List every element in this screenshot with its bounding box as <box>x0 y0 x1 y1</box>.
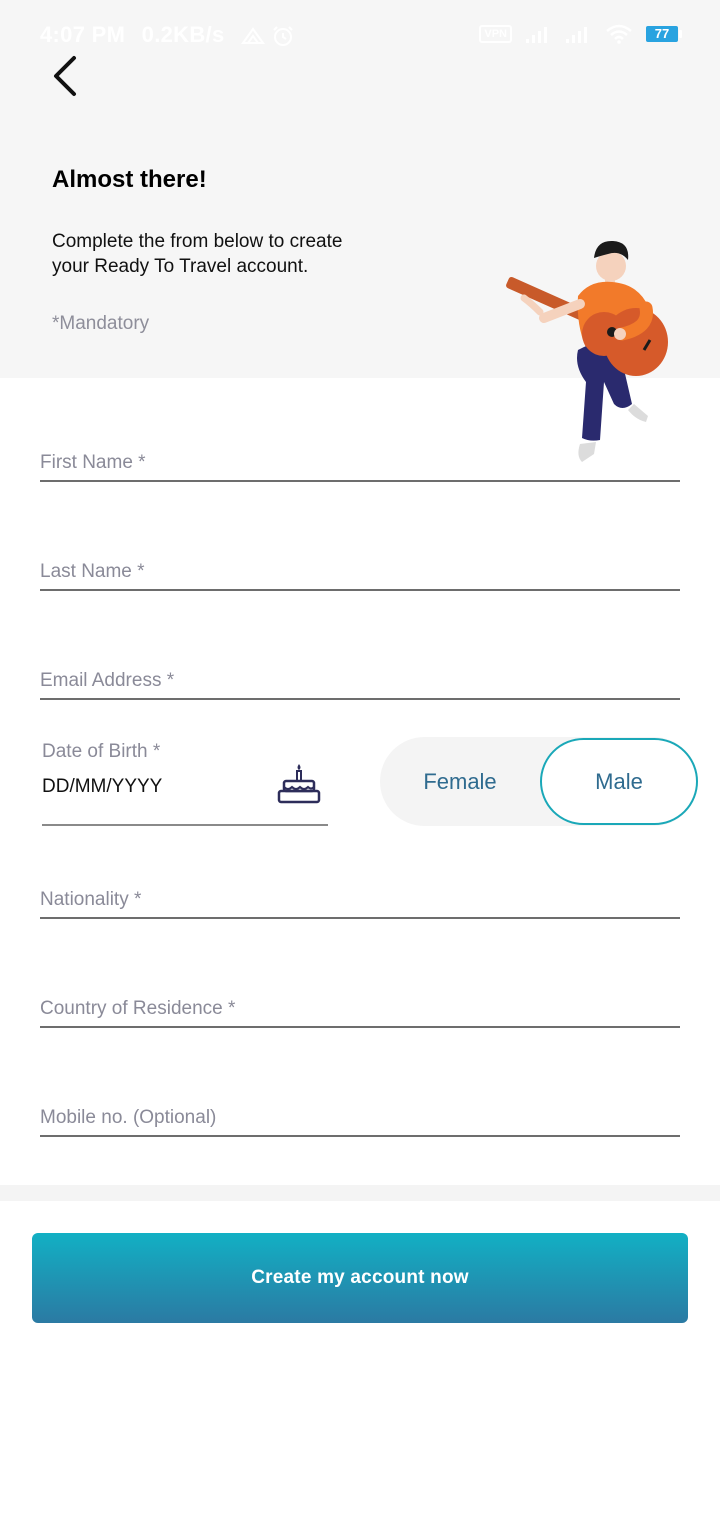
mandatory-note: *Mandatory <box>52 313 150 334</box>
gender-option-male[interactable]: Male <box>540 738 698 825</box>
nationality-label: Nationality * <box>40 889 142 910</box>
birthday-cake-icon[interactable] <box>276 762 322 806</box>
signal-icon <box>566 27 587 43</box>
back-button[interactable] <box>46 52 86 100</box>
first-name-field[interactable]: First Name * <box>40 430 680 482</box>
status-right: VPN 77 <box>479 24 682 44</box>
page-subtitle: Complete the from below to create your R… <box>52 231 343 277</box>
mobile-number-field[interactable]: Mobile no. (Optional) <box>40 1085 680 1137</box>
wifi-icon <box>606 24 632 44</box>
status-left: 4:07 PM 0.2KB/s <box>40 22 295 48</box>
status-bar: 4:07 PM 0.2KB/s VPN 77 <box>0 0 720 70</box>
battery-level: 77 <box>646 26 678 42</box>
gender-toggle: Female Male <box>380 737 698 826</box>
signal-icon <box>526 27 547 43</box>
create-account-button[interactable]: Create my account now <box>32 1233 688 1323</box>
email-label: Email Address * <box>40 670 175 691</box>
battery-icon: 77 <box>646 26 682 42</box>
last-name-label: Last Name * <box>40 561 145 582</box>
email-field[interactable]: Email Address * <box>40 648 680 700</box>
date-of-birth-label: Date of Birth * <box>42 741 161 762</box>
country-of-residence-field[interactable]: Country of Residence * <box>40 976 680 1028</box>
mobile-number-label: Mobile no. (Optional) <box>40 1107 217 1128</box>
date-of-birth-placeholder: DD/MM/YYYY <box>42 776 163 797</box>
nationality-field[interactable]: Nationality * <box>40 867 680 919</box>
alarm-icon <box>273 26 294 47</box>
footer-divider <box>0 1185 720 1201</box>
battery-tip <box>679 30 682 38</box>
gender-option-female[interactable]: Female <box>380 737 540 826</box>
country-of-residence-label: Country of Residence * <box>40 998 236 1019</box>
vpn-badge: VPN <box>479 25 512 43</box>
status-speed: 0.2KB/s <box>141 22 225 47</box>
date-of-birth-field[interactable]: Date of Birth * DD/MM/YYYY <box>42 738 328 826</box>
first-name-label: First Name * <box>40 452 146 473</box>
hotspot-icon <box>240 27 265 45</box>
page-title: Almost there! <box>52 166 207 193</box>
last-name-field[interactable]: Last Name * <box>40 539 680 591</box>
chevron-left-icon <box>54 56 76 96</box>
status-time: 4:07 PM <box>40 22 126 47</box>
